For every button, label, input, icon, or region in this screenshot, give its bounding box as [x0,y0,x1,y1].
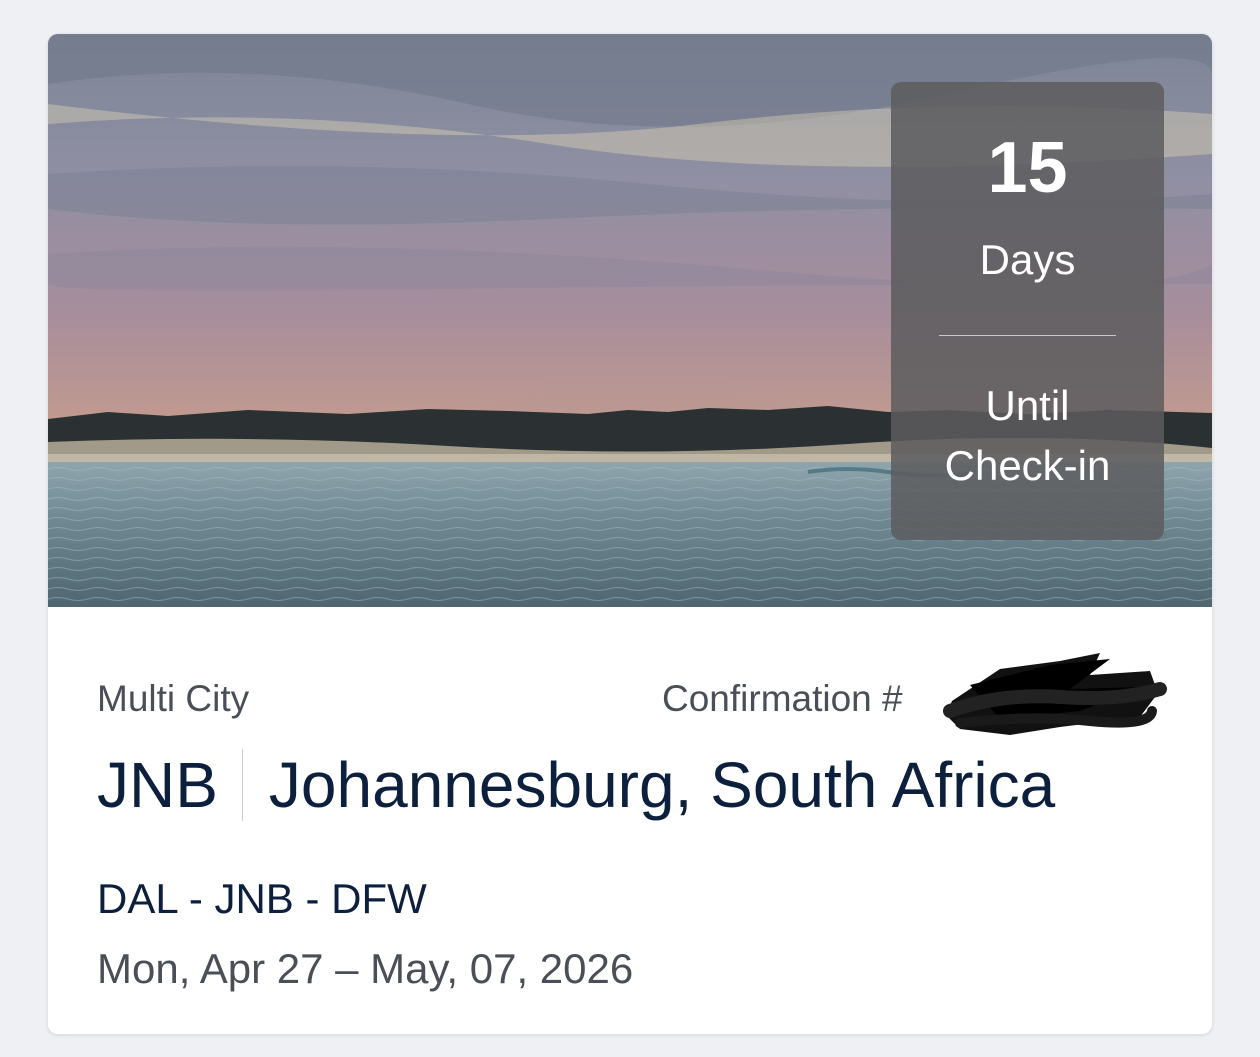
trip-card[interactable]: 15 Days Until Check-in Multi City Confir… [48,34,1212,1034]
airport-code: JNB [97,749,218,821]
destination-heading: JNB Johannesburg, South Africa [97,745,1055,825]
destination-city: Johannesburg, South Africa [268,749,1056,821]
countdown-number: 15 [987,128,1068,208]
trip-dates: Mon, Apr 27 – May, 07, 2026 [97,945,634,992]
confirmation-label: Confirmation # [662,678,903,719]
countdown-unit: Days [979,236,1076,283]
flight-route: DAL - JNB - DFW [97,875,427,922]
countdown-divider [939,335,1116,336]
trip-details: Multi City Confirmation # JNB Johannesbu… [48,607,1212,1034]
destination-photo: 15 Days Until Check-in [48,34,1212,607]
heading-divider [241,749,243,821]
countdown-label-line1: Until [985,382,1070,429]
trip-type-label: Multi City [97,678,250,719]
checkin-countdown: 15 Days Until Check-in [891,82,1164,540]
countdown-label-line2: Check-in [944,442,1111,489]
redacted-confirmation-number [943,653,1167,735]
countdown-label: Until Check-in [891,376,1164,496]
